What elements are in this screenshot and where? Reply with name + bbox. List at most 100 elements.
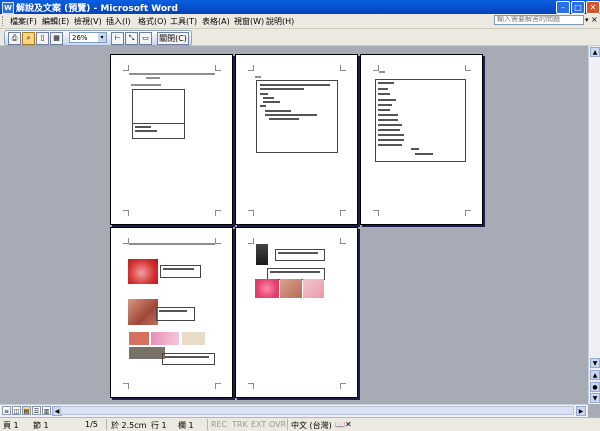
text-line: [265, 110, 291, 112]
preview-page-2[interactable]: [235, 54, 358, 225]
margin-corner-mark: [340, 238, 346, 244]
shrink-to-fit-icon[interactable]: ⤡: [125, 32, 138, 45]
thumbnail-image: [151, 332, 179, 345]
red-card-image: [128, 299, 158, 325]
status-ext[interactable]: EXT: [251, 420, 266, 429]
menu-view[interactable]: 檢視(V): [74, 16, 102, 27]
status-column: 欄 1: [178, 421, 194, 430]
full-screen-icon[interactable]: ▭: [139, 32, 152, 45]
text-line: [378, 119, 398, 121]
text-line: [260, 105, 266, 107]
zoom-dropdown-icon[interactable]: ▾: [98, 33, 106, 42]
margin-corner-mark: [215, 383, 221, 389]
one-page-icon[interactable]: ▯: [36, 32, 49, 45]
thumbnail-image: [303, 279, 324, 298]
margin-corner-mark: [340, 210, 346, 216]
preview-page-1[interactable]: [110, 54, 233, 225]
help-question-input[interactable]: [494, 15, 584, 25]
text-line: [415, 153, 433, 155]
menu-help[interactable]: 說明(H): [266, 16, 294, 27]
dark-photo-image: [129, 347, 165, 359]
select-browse-object-button[interactable]: ●: [590, 382, 600, 392]
menu-edit[interactable]: 編輯(E): [42, 16, 69, 27]
spelling-check-icon[interactable]: 📖✕: [335, 420, 352, 429]
multiple-pages-icon[interactable]: ▦: [50, 32, 63, 45]
help-dropdown-icon[interactable]: ▾: [585, 16, 589, 24]
margin-corner-mark: [215, 238, 221, 244]
scroll-down-button[interactable]: ▼: [590, 358, 600, 368]
horizontal-scrollbar[interactable]: ≡ ◫ ▤ ☰ ▥ ◀ ▶: [0, 404, 588, 417]
view-ruler-icon[interactable]: ⊢: [111, 32, 124, 45]
menu-grip-handle[interactable]: [2, 16, 6, 26]
minimize-button[interactable]: –: [556, 1, 570, 14]
text-line: [260, 93, 268, 95]
margin-corner-mark: [248, 383, 254, 389]
menu-format[interactable]: 格式(O): [138, 16, 167, 27]
scroll-up-button[interactable]: ▲: [590, 47, 600, 57]
preview-page-5[interactable]: [235, 227, 358, 398]
menu-file[interactable]: 檔案(F): [10, 16, 37, 27]
magnifier-icon[interactable]: ⌕: [22, 32, 35, 45]
menu-tools[interactable]: 工具(T): [170, 16, 197, 27]
menu-insert[interactable]: 插入(I): [106, 16, 131, 27]
scroll-right-button[interactable]: ▶: [576, 406, 586, 416]
thumbnail-image: [280, 279, 302, 298]
print-preview-toolbar: ⎙ ⌕ ▯ ▦ 26% ▾ ⊢ ⤡ ▭ 關閉(C): [0, 29, 600, 46]
zoom-select[interactable]: 26% ▾: [69, 32, 107, 43]
reading-layout-view-icon[interactable]: ▥: [42, 406, 51, 415]
status-trk[interactable]: TRK: [232, 420, 248, 429]
preview-page-3[interactable]: [360, 54, 483, 225]
text-line: [163, 268, 194, 270]
status-language: 中文 (台灣): [291, 421, 332, 430]
menu-window[interactable]: 視窗(W): [234, 16, 264, 27]
title-bar: W 解說及文案 (預覽) - Microsoft Word – □ ✕: [0, 0, 600, 14]
text-line: [129, 73, 215, 75]
margin-corner-mark: [123, 210, 129, 216]
normal-view-icon[interactable]: ≡: [2, 406, 11, 415]
print-layout-view-icon[interactable]: ▤: [22, 406, 31, 415]
preview-page-4[interactable]: [110, 227, 233, 398]
horizontal-scroll-thumb[interactable]: [60, 406, 574, 415]
text-line: [378, 129, 400, 131]
thumbnail-image: [129, 332, 149, 345]
caption-frame: [160, 265, 201, 278]
text-line: [270, 271, 320, 273]
caption-frame: [162, 353, 215, 365]
print-preview-workspace[interactable]: [0, 46, 588, 404]
text-line: [135, 126, 151, 128]
vertical-scrollbar[interactable]: ▲ ▼ ▲ ● ▼: [588, 46, 600, 404]
close-document-button[interactable]: ×: [591, 15, 598, 24]
text-line: [378, 139, 404, 141]
pink-photo-image: [255, 279, 279, 298]
word-app-icon[interactable]: W: [2, 2, 14, 14]
margin-corner-mark: [465, 65, 471, 71]
close-window-button[interactable]: ✕: [586, 1, 600, 14]
menu-bar: 檔案(F) 編輯(E) 檢視(V) 插入(I) 格式(O) 工具(T) 表格(A…: [0, 14, 600, 29]
text-line: [379, 71, 385, 73]
close-preview-button[interactable]: 關閉(C): [157, 32, 189, 45]
status-position: 於 2.5cm: [111, 421, 147, 430]
margin-corner-mark: [215, 65, 221, 71]
margin-corner-mark: [340, 383, 346, 389]
outline-view-icon[interactable]: ☰: [32, 406, 41, 415]
text-line: [135, 130, 157, 132]
text-line: [260, 88, 304, 90]
margin-corner-mark: [373, 210, 379, 216]
status-divider: [207, 419, 208, 430]
margin-corner-mark: [123, 65, 129, 71]
status-rec[interactable]: REC: [211, 420, 227, 429]
text-line: [165, 356, 209, 358]
next-page-button[interactable]: ▼: [590, 393, 600, 403]
status-ovr[interactable]: OVR: [269, 420, 286, 429]
text-line: [263, 101, 280, 103]
text-line: [378, 104, 392, 106]
text-line: [255, 76, 261, 78]
menu-table[interactable]: 表格(A): [202, 16, 230, 27]
web-layout-view-icon[interactable]: ◫: [12, 406, 21, 415]
previous-page-button[interactable]: ▲: [590, 370, 600, 380]
print-icon[interactable]: ⎙: [8, 32, 21, 45]
text-line: [265, 114, 317, 116]
text-line: [378, 93, 390, 95]
text-line: [269, 118, 299, 120]
maximize-button[interactable]: □: [571, 1, 585, 14]
